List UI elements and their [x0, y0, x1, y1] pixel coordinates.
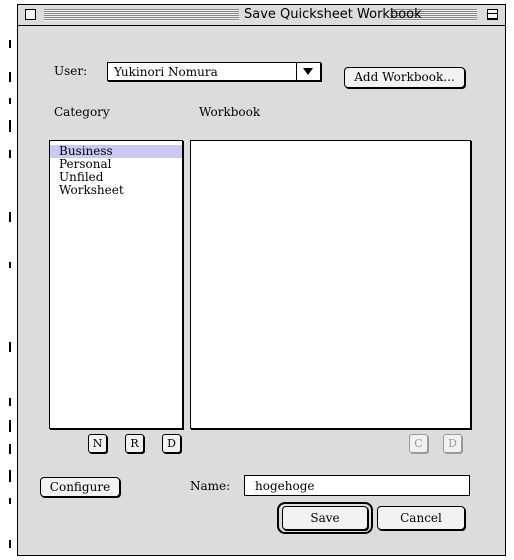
name-label: Name:	[190, 479, 231, 493]
copy-workbook-button[interactable]: C	[409, 434, 428, 453]
name-field[interactable]: hogehoge	[244, 475, 470, 496]
category-item-worksheet[interactable]: Worksheet	[50, 184, 182, 197]
title-stripes-left	[44, 9, 239, 21]
title-bar[interactable]: Save Quicksheet Workbook	[18, 5, 505, 26]
category-header: Category	[54, 105, 110, 119]
user-popup[interactable]: Yukinori Nomura	[107, 62, 321, 81]
popup-separator	[296, 63, 297, 80]
workbook-list[interactable]	[190, 140, 471, 429]
add-workbook-button[interactable]: Add Workbook...	[344, 67, 465, 88]
save-button[interactable]: Save	[282, 506, 368, 530]
cancel-button[interactable]: Cancel	[377, 506, 465, 530]
delete-category-button[interactable]: D	[162, 434, 181, 453]
user-popup-value: Yukinori Nomura	[114, 65, 218, 79]
save-workbook-dialog: Save Quicksheet Workbook User: Yukinori …	[17, 4, 506, 556]
window-title: Save Quicksheet Workbook	[241, 6, 422, 23]
new-category-button[interactable]: N	[88, 434, 107, 453]
close-box-icon[interactable]	[25, 9, 36, 20]
configure-button[interactable]: Configure	[40, 477, 120, 497]
delete-workbook-button[interactable]: D	[443, 434, 462, 453]
user-label: User:	[54, 64, 88, 78]
rename-category-button[interactable]: R	[125, 434, 144, 453]
workbook-header: Workbook	[199, 105, 261, 119]
zoom-box-icon[interactable]	[487, 9, 498, 20]
category-list[interactable]: Business Personal Unfiled Worksheet	[49, 140, 183, 429]
name-field-value: hogehoge	[255, 479, 315, 493]
background-edge-fragments	[0, 0, 16, 560]
popup-arrow-icon	[303, 68, 313, 75]
